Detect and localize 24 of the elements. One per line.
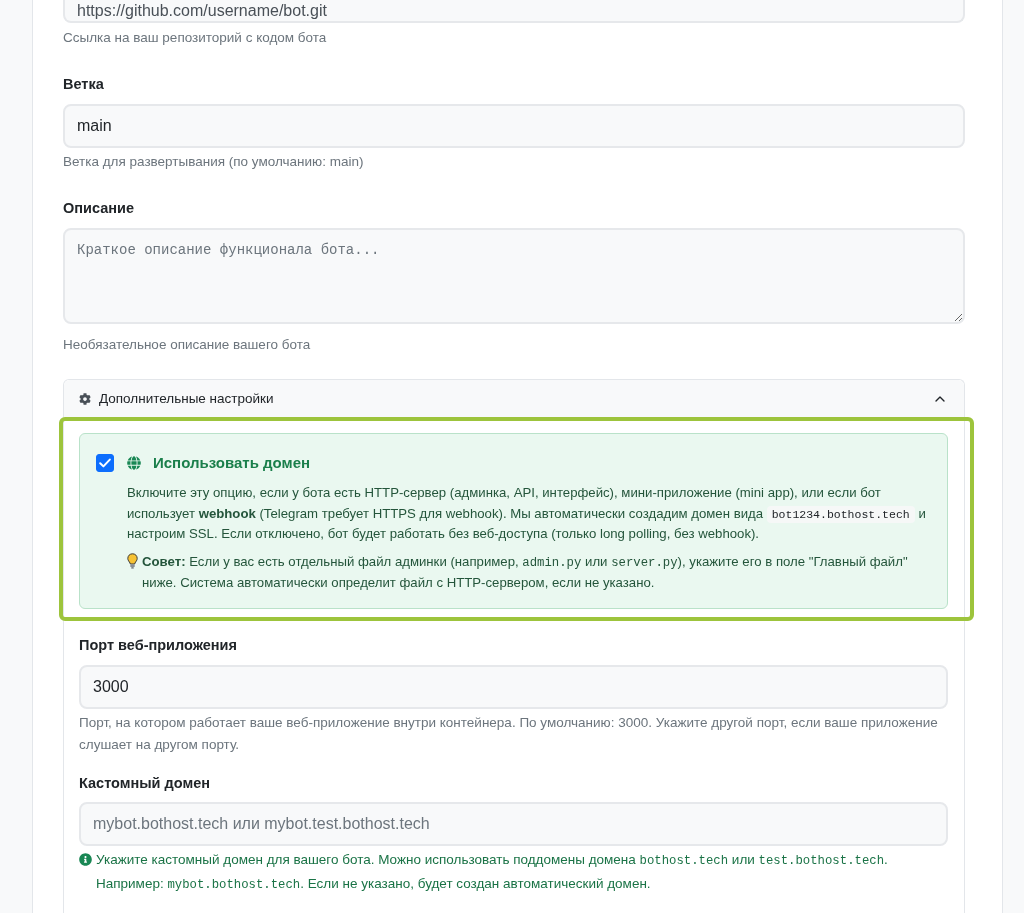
repository-url-field[interactable]: https://github.com/username/bot.git: [63, 0, 965, 23]
field-label: Кастомный домен: [79, 773, 211, 793]
custom-domain-field[interactable]: mybot.bothost.tech или mybot.test.bothost.tech: [79, 801, 948, 846]
field-hint: Ссылка на ваш репозиторий с кодом бота: [63, 29, 328, 47]
option-title: Использовать домен: [153, 454, 311, 472]
branch-field[interactable]: main: [63, 104, 965, 148]
field-hint: Укажите кастомный домен для вашего бота. Можно использовать поддомены домена bothost.tech или test.bothost.tech. Например: mybot.bothost.tech. Если не указано, будет создан автоматический домен.: [96, 850, 889, 894]
field-label: Ветка: [63, 75, 105, 94]
lightbulb-icon: [127, 553, 138, 569]
field-hint: Порт, на котором работает ваше веб-приложение внутри контейнера. По умолчанию: 3000. Укажите другой порт, если ваше приложение слушает на другом порту.: [79, 713, 939, 754]
tip-text: Совет: Если у вас есть отдельный файл админки (например, admin.py или server.py), укажите его в поле "Главный файл" ниже. Система автоматически определит файл с HTTP-сервером, если не указано.: [142, 552, 909, 592]
port-field[interactable]: 3000: [79, 664, 948, 709]
field-label: Описание: [63, 199, 135, 218]
globe-icon: [127, 456, 141, 470]
option-description: Включите эту опцию, если у бота есть HTTP-сервер (админка, API, интерфейс), мини-приложение (mini app), или если бот использует webhook (Telegram требует HTTPS для webhook). Мы автоматически создадим домен вида bot1234.bothost.tech и настроим SSL. Если отключено, бот будет работать без веб-доступа (только long polling, без webhook).: [127, 484, 927, 543]
info-icon: [79, 853, 92, 866]
field-label: Порт веб-приложения: [79, 635, 238, 655]
description-field[interactable]: Краткое описание функционала бота...: [63, 228, 965, 324]
check-icon: [99, 458, 111, 468]
field-hint: Ветка для развертывания (по умолчанию: main): [63, 153, 365, 171]
gear-icon: [79, 392, 91, 405]
field-hint: Необязательное описание вашего бота: [63, 336, 312, 354]
accordion-header[interactable]: Дополнительные настройки: [64, 380, 964, 418]
use-domain-checkbox[interactable]: [96, 454, 114, 472]
